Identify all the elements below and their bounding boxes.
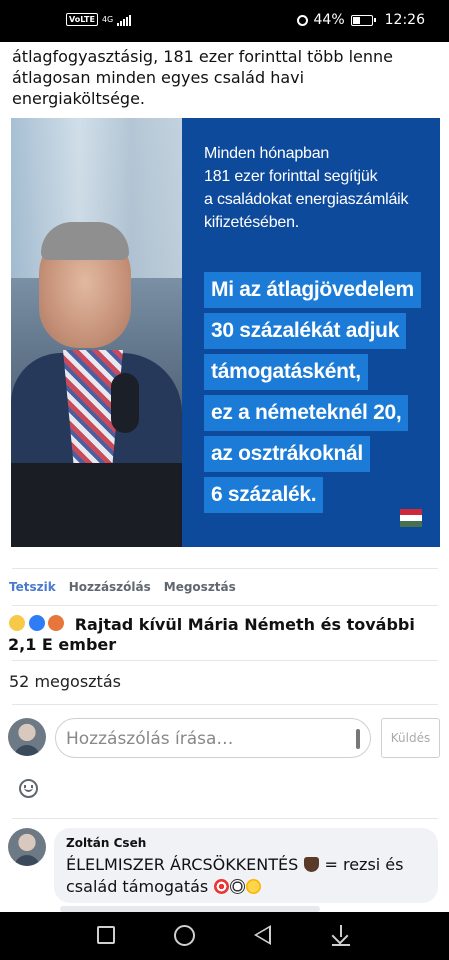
info-line: a családokat energiaszámláik	[204, 191, 409, 208]
highlight-line: ez a németeknél 20,	[204, 395, 409, 431]
info-text: Minden hónapban 181 ezer forinttal segít…	[204, 142, 408, 234]
post-actions: Tetszik Hozzászólás Megosztás	[9, 580, 236, 594]
send-button[interactable]: Küldés	[381, 718, 440, 758]
status-bar: VoLTE 4G 44% 12:26	[0, 0, 449, 42]
highlight-line: 30 százalékát adjuk	[204, 313, 407, 349]
divider	[12, 605, 438, 606]
network-type: 4G	[101, 14, 114, 24]
highlight-line: az osztrákoknál	[204, 436, 370, 472]
volte-badge: VoLTE	[66, 13, 98, 26]
highlight-line: támogatásként,	[204, 354, 368, 390]
info-line: kifizetésében.	[204, 214, 300, 231]
text-cursor	[356, 729, 360, 749]
divider	[12, 568, 438, 569]
battery-percent: 44%	[313, 12, 345, 28]
post-text: átlagfogyasztásig, 181 ezer forinttal tö…	[12, 47, 393, 108]
reactions-summary[interactable]: Rajtad kívül Mária Németh és további 2,1…	[8, 614, 438, 655]
network-indicators: VoLTE 4G	[66, 13, 132, 26]
hide-keyboard-icon[interactable]	[331, 925, 350, 947]
comment-bubble: Zoltán Cseh ÉLELMISZER ÁRCSÖKKENTÉS = re…	[54, 828, 438, 903]
avatar	[8, 718, 46, 756]
comment-button[interactable]: Hozzászólás	[69, 580, 151, 594]
clock: 12:26	[384, 12, 425, 28]
alarm-icon	[296, 14, 308, 26]
share-count[interactable]: 52 megosztás	[9, 672, 121, 691]
back-icon[interactable]	[254, 925, 271, 945]
soccer-ball-icon	[230, 879, 246, 894]
emoji-icon[interactable]	[19, 779, 38, 798]
highlight-line: Mi az átlagjövedelem	[204, 272, 421, 308]
angry-icon	[47, 614, 66, 632]
divider	[12, 704, 438, 705]
post-image[interactable]: Minden hónapban 181 ezer forinttal segít…	[11, 118, 440, 547]
haha-icon	[8, 614, 26, 632]
info-line: 181 ezer forinttal segítjük	[204, 168, 378, 185]
divider	[12, 818, 438, 819]
battery-icon	[350, 14, 376, 26]
highlight-line: 6 százalék.	[204, 477, 324, 513]
hungarian-flag-icon	[400, 509, 422, 527]
comment-text-start: ÉLELMISZER ÁRCSÖKKENTÉS	[66, 855, 299, 874]
pot-of-food-icon	[304, 857, 320, 872]
home-icon[interactable]	[174, 925, 195, 946]
system-indicators: 44% 12:26	[296, 12, 425, 28]
divider	[12, 660, 438, 661]
info-line: Minden hónapban	[204, 145, 330, 162]
comment-placeholder: Hozzászólás írása…	[66, 729, 234, 749]
like-button[interactable]: Tetszik	[9, 580, 56, 594]
info-panel: Minden hónapban 181 ezer forinttal segít…	[182, 118, 440, 547]
reactions-text: Rajtad kívül Mária Németh és további 2,1…	[8, 615, 415, 654]
highlight-text: Mi az átlagjövedelem 30 százalékát adjuk…	[204, 272, 421, 518]
target-icon	[214, 879, 230, 894]
commenter-avatar[interactable]	[8, 828, 46, 866]
comment-input[interactable]: Hozzászólás írása…	[55, 718, 371, 758]
signal-icon	[117, 14, 132, 26]
like-icon	[27, 614, 46, 632]
system-nav-bar	[0, 912, 449, 960]
recents-icon[interactable]	[97, 926, 115, 944]
comment-text: ÉLELMISZER ÁRCSÖKKENTÉS = rezsi és csalá…	[66, 854, 426, 898]
share-button[interactable]: Megosztás	[164, 580, 236, 594]
sun-icon	[246, 879, 262, 894]
speaker-photo	[11, 118, 182, 547]
comment-author[interactable]: Zoltán Cseh	[66, 836, 426, 850]
